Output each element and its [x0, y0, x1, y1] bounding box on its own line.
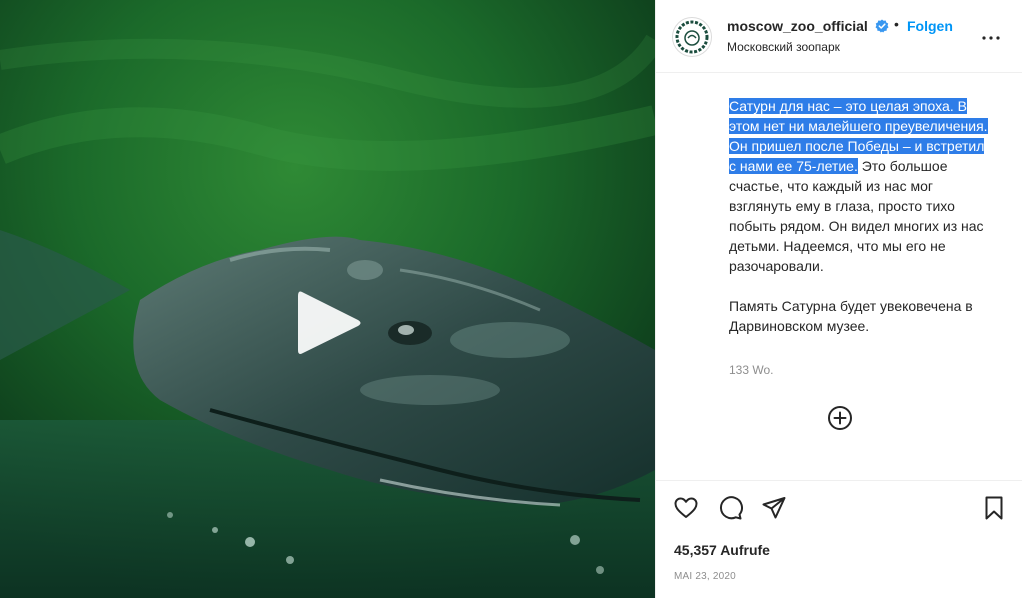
plus-circle-icon[interactable] [827, 405, 853, 431]
follow-button[interactable]: Folgen [907, 18, 953, 34]
caption-paragraph-2: Память Сатурна будет увековечена в Дарви… [729, 298, 973, 334]
more-options-icon[interactable] [979, 26, 1003, 50]
instagram-post: moscow_zoo_official • Folgen Московский … [0, 0, 1022, 598]
separator-dot: • [894, 16, 899, 32]
heart-icon[interactable] [673, 495, 699, 521]
post-actions: 45,357 Aufrufe MAI 23, 2020 [656, 480, 1022, 598]
caption-text: Это большое счастье, что каждый из нас м… [729, 158, 984, 274]
play-icon [298, 291, 361, 354]
username[interactable]: moscow_zoo_official [727, 18, 868, 34]
location-link[interactable]: Московский зоопарк [727, 40, 840, 54]
paper-plane-icon[interactable] [761, 495, 787, 521]
post-caption: Сатурн для нас – это целая эпоха. В этом… [729, 96, 995, 336]
post-date[interactable]: MAI 23, 2020 [674, 571, 736, 582]
avatar[interactable] [672, 17, 712, 57]
post-header: moscow_zoo_official • Folgen Московский … [656, 0, 1022, 73]
post-video[interactable] [0, 0, 655, 598]
bookmark-icon[interactable] [981, 495, 1007, 521]
verified-badge-icon [875, 19, 889, 33]
comment-icon[interactable] [717, 495, 743, 521]
moscow-zoo-logo-icon [674, 19, 710, 55]
caption-timestamp[interactable]: 133 Wo. [729, 363, 773, 377]
post-sidebar: moscow_zoo_official • Folgen Московский … [655, 0, 1022, 598]
play-button[interactable] [294, 286, 364, 360]
view-count[interactable]: 45,357 Aufrufe [674, 542, 770, 558]
